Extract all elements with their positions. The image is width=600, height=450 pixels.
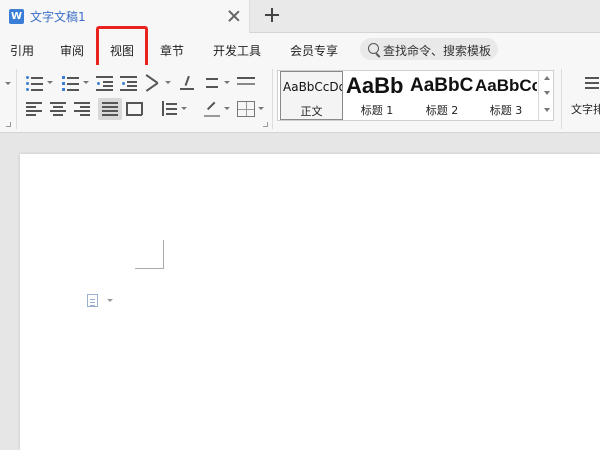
highlight-annotation-box [96,26,148,68]
menu-developer-tools[interactable]: 开发工具 [213,42,261,59]
ribbon-divider [16,69,17,129]
title-bar: W 文字文稿1 [0,0,600,33]
style-heading-1[interactable]: AaBb 标题 1 [346,71,408,120]
style-gallery: AaBbCcDd 正文 AaBb 标题 1 AaBbC 标题 2 AaBbCc … [277,70,554,121]
menu-references[interactable]: 引用 [10,42,34,59]
style-sample: AaBbCc [475,76,537,95]
style-sample: AaBb [346,73,404,98]
chevron-up-icon[interactable] [544,76,550,80]
align-left-icon[interactable] [26,101,44,117]
chevron-down-icon[interactable] [107,299,113,302]
increase-indent-icon[interactable] [120,75,138,91]
menu-bar: 引用 审阅 视图 章节 开发工具 会员专享 查找命令、搜索模板 [0,33,600,65]
ribbon-divider [272,69,273,129]
menu-chapter[interactable]: 章节 [160,42,184,59]
style-normal[interactable]: AaBbCcDd 正文 [280,71,343,120]
shading-icon[interactable] [204,101,222,117]
chevron-down-icon[interactable] [83,81,89,84]
text-tools-label[interactable]: 文字排 [571,101,600,117]
style-sample: AaBbCcDd [283,80,343,94]
chevron-down-icon[interactable] [5,82,11,85]
bullet-list-icon[interactable] [26,75,44,91]
margin-corner-mark [135,240,164,269]
plus-icon[interactable] [262,5,282,25]
chinese-layout-icon[interactable] [144,74,162,92]
menu-member-exclusive[interactable]: 会员专享 [290,42,338,59]
style-name: 标题 1 [360,104,394,117]
ribbon-divider [561,69,562,129]
chevron-down-icon[interactable] [165,81,171,84]
line-break-icon[interactable] [204,75,222,91]
style-name: 标题 2 [425,104,459,117]
paragraph-settings-launcher[interactable] [6,122,11,127]
numbered-list-icon[interactable] [62,75,80,91]
document-title: 文字文稿1 [30,10,86,24]
line-spacing-icon[interactable] [160,101,178,117]
text-tools-icon[interactable] [585,75,600,91]
document-page[interactable] [20,154,600,450]
chevron-down-icon[interactable] [224,107,230,110]
chevron-down-icon[interactable] [544,91,550,95]
decrease-indent-icon[interactable] [96,75,114,91]
paragraph-settings-launcher[interactable] [263,122,268,127]
style-gallery-scroll[interactable] [538,70,554,121]
chevron-down-icon[interactable] [224,81,230,84]
style-sample: AaBbC [410,75,474,96]
search-icon [368,43,379,54]
style-heading-3[interactable]: AaBbCc 标题 3 [475,71,537,120]
tab-stops-icon[interactable] [237,75,255,91]
ribbon-toolbar: AaBbCcDd 正文 AaBb 标题 1 AaBbC 标题 2 AaBbCc … [0,65,600,133]
align-center-icon[interactable] [50,101,68,117]
menu-review[interactable]: 审阅 [60,42,84,59]
search-placeholder: 查找命令、搜索模板 [383,44,492,58]
close-icon[interactable] [226,8,242,24]
style-name: 标题 3 [489,104,523,117]
justify-icon[interactable] [98,98,122,120]
style-name: 正文 [300,105,323,118]
expand-gallery-icon[interactable] [544,108,550,112]
style-heading-2[interactable]: AaBbC 标题 2 [410,71,474,120]
chevron-down-icon[interactable] [47,81,53,84]
align-right-icon[interactable] [74,101,92,117]
document-canvas [0,134,600,450]
paragraph-layout-icon[interactable] [87,294,98,307]
borders-icon[interactable] [237,101,255,117]
wps-writer-icon: W [9,9,24,24]
chevron-down-icon[interactable] [258,107,264,110]
chevron-down-icon[interactable] [181,107,187,110]
command-search[interactable]: 查找命令、搜索模板 [360,38,498,60]
distributed-align-icon[interactable] [126,101,144,117]
text-direction-icon[interactable] [178,74,196,90]
